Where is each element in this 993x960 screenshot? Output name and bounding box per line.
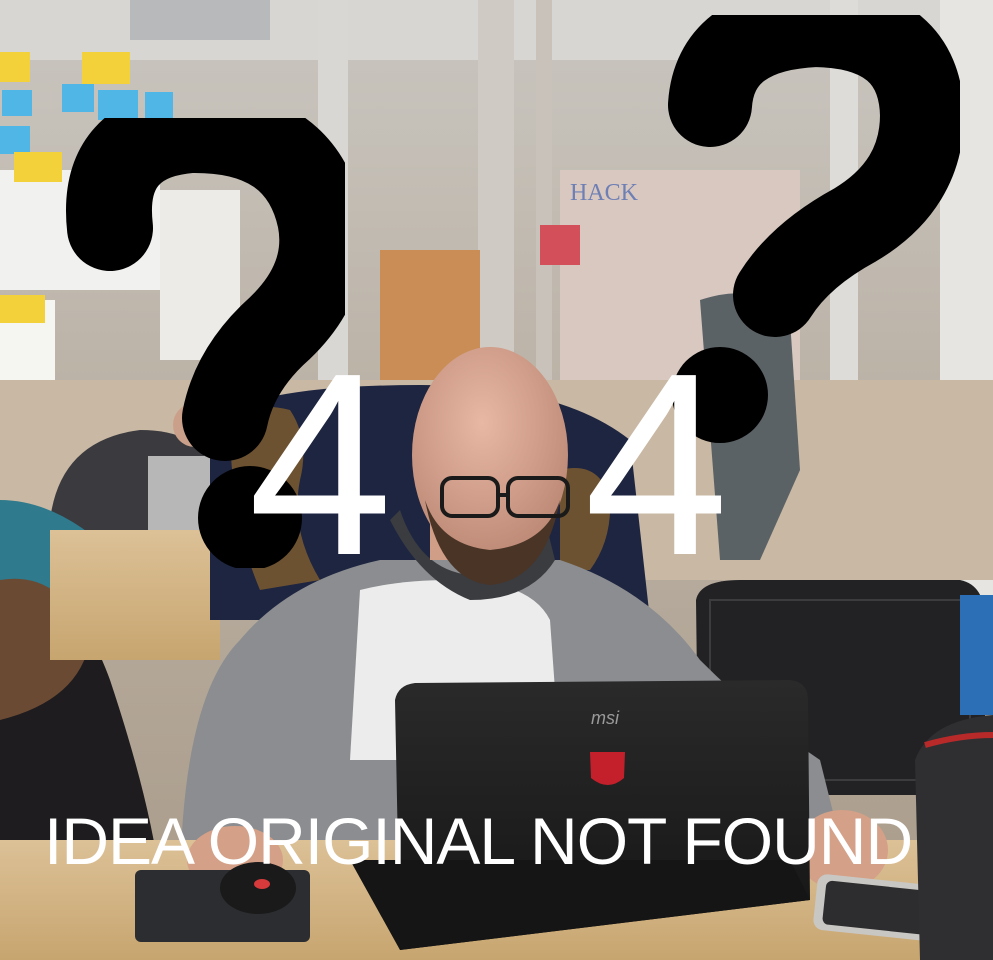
sticky-note [98,90,138,120]
error-404-meme: msi HACK 4 4 IDEA ORIGINAL NOT FOUND [0,0,993,960]
sticky-note [0,295,45,323]
wall-sign: HACK [570,180,639,206]
error-digit-right: 4 [584,320,729,610]
sticky-note [0,52,30,82]
sticky-note [2,90,32,116]
sticky-note [0,126,30,154]
laptop-brand-label: msi [591,708,620,728]
sticky-note [145,92,173,118]
error-digit-left: 4 [248,320,393,610]
error-caption: IDEA ORIGINAL NOT FOUND [44,804,913,878]
msi-logo-shield [590,752,625,785]
sticky-note [82,52,130,84]
backpack [915,715,993,960]
sticky-note [62,84,94,112]
